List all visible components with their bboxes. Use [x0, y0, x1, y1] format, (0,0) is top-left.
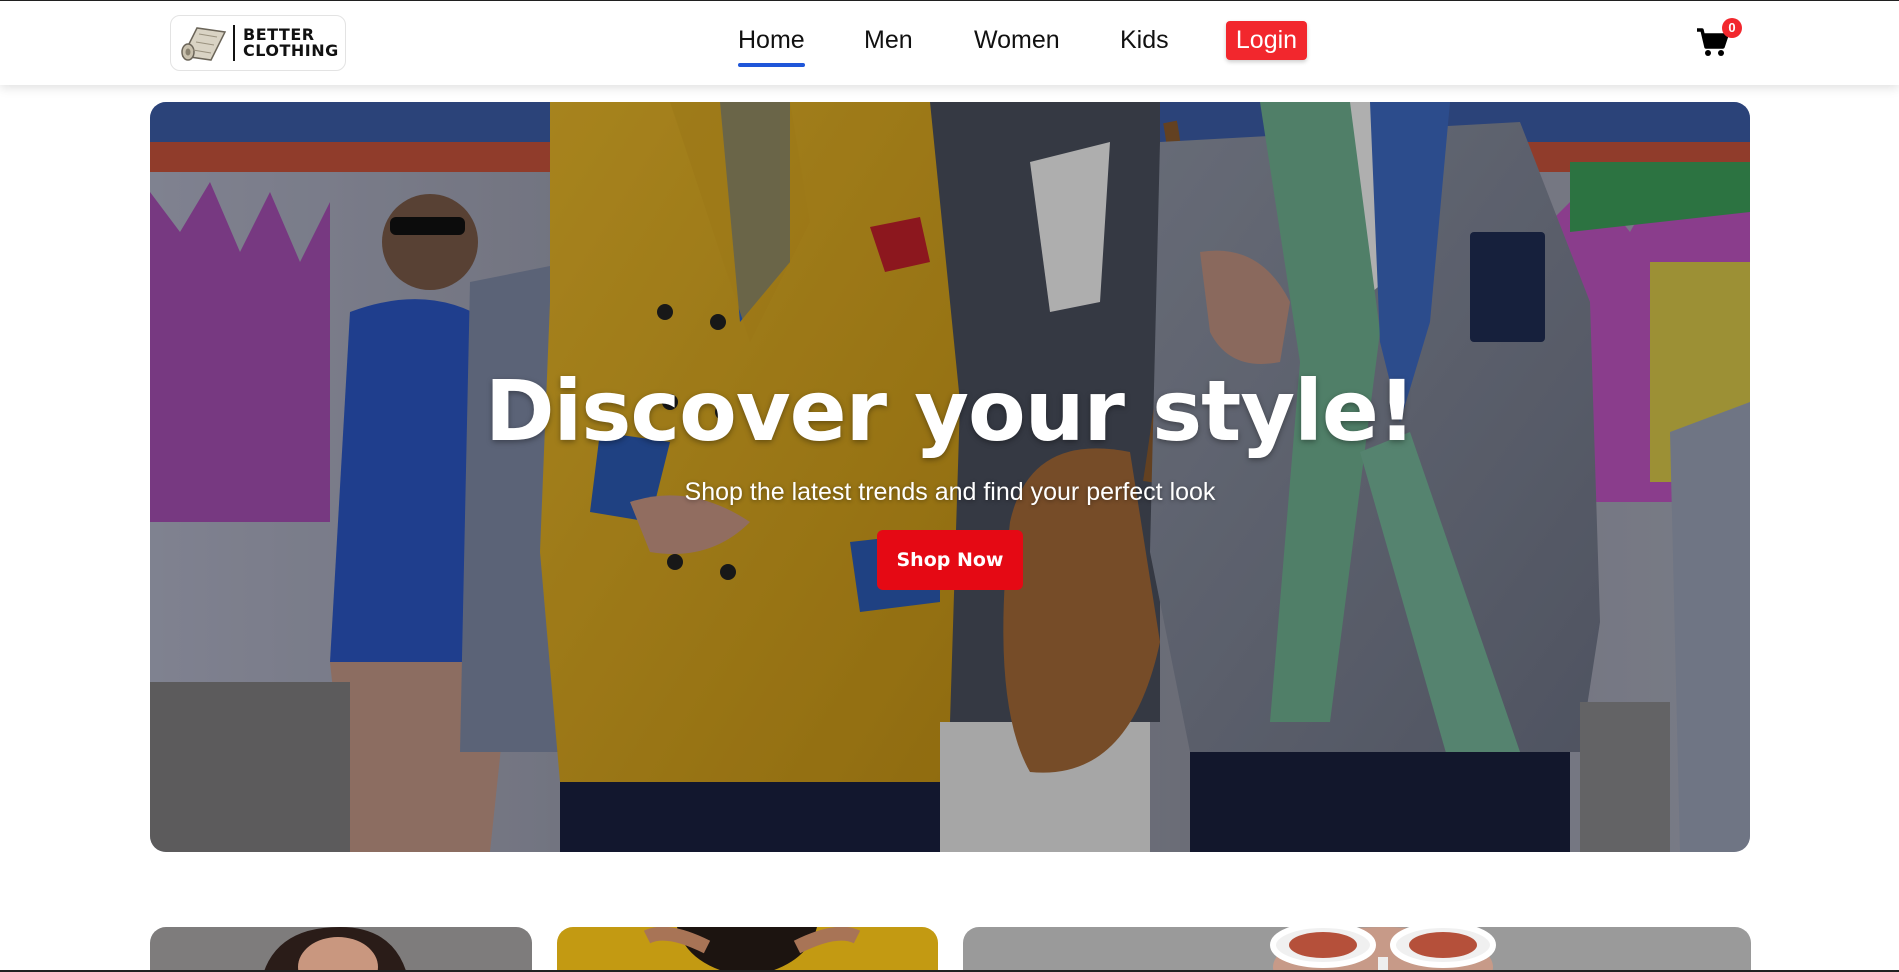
- cart-button[interactable]: 0: [1696, 18, 1744, 61]
- category-card-3[interactable]: [963, 927, 1751, 972]
- cart-count-badge: 0: [1722, 18, 1742, 38]
- nav-women[interactable]: Women: [974, 23, 1060, 63]
- nav-men[interactable]: Men: [864, 23, 913, 63]
- fabric-roll-icon: [181, 27, 227, 61]
- brand-name: BETTER CLOTHING: [243, 27, 339, 59]
- login-button[interactable]: Login: [1226, 21, 1307, 60]
- logo-divider: [233, 25, 235, 61]
- hero-subtitle: Shop the latest trends and find your per…: [684, 478, 1216, 506]
- navbar: BETTER CLOTHING Home Men Women Kids Logi…: [0, 1, 1899, 85]
- curly-hair-yellow-background-photo: [557, 927, 938, 972]
- shop-now-button[interactable]: Shop Now: [877, 530, 1023, 590]
- hero-title: Discover your style!: [484, 362, 1416, 460]
- brand-name-line2: CLOTHING: [243, 41, 339, 60]
- nav-kids[interactable]: Kids: [1120, 23, 1169, 63]
- hero-banner: Discover your style! Shop the latest tre…: [150, 102, 1750, 852]
- brand-logo[interactable]: BETTER CLOTHING: [170, 15, 346, 71]
- hero-dark-overlay: [150, 102, 1750, 852]
- category-card-1[interactable]: [150, 927, 532, 972]
- sunglasses-person-photo: [963, 927, 1751, 972]
- nav-home[interactable]: Home: [738, 23, 805, 67]
- woman-portrait-photo: [150, 927, 532, 972]
- category-card-2[interactable]: [557, 927, 938, 972]
